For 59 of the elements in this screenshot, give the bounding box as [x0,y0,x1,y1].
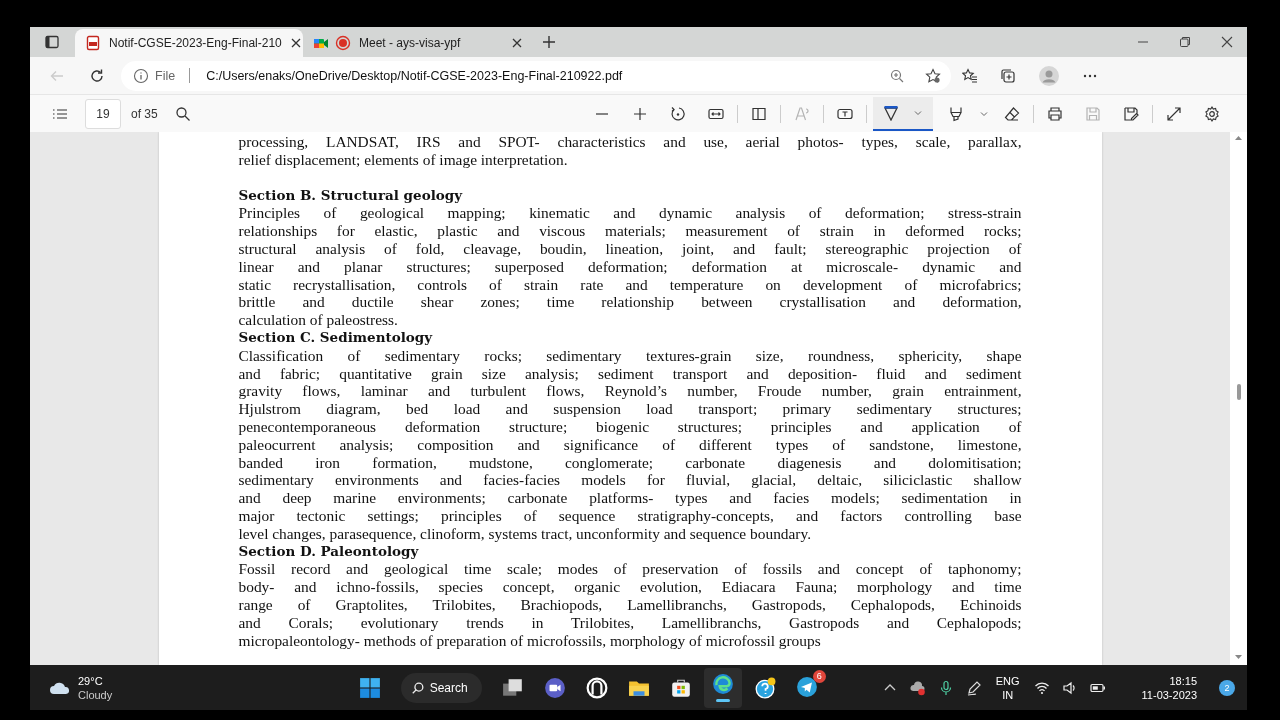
weather-condition: Cloudy [78,687,113,702]
section-heading: Section C. Sedimentology [238,328,434,347]
pen-icon[interactable] [965,679,982,696]
expand-icon[interactable] [1166,105,1182,122]
rotate-icon[interactable] [670,105,686,122]
tab-actions-icon[interactable] [44,34,60,50]
notification-badge: 6 [812,669,826,683]
clock[interactable]: 18:15 11-03-2023 [1141,673,1197,702]
section-paragraph: Classification of sedimentary rocks; sedimentary textures-grain size, roundness, sphericity, shape and fabric; quantitative grain size analysis; sediment transport and deposition- fluid and sediment gravity flows, laminar and turbulent flows, Reynold’s number, Froude number, grain entrainment, Hjulstrom diagram, bed load and suspension load transport; primary sedimentary structures; penecontemporaneous deformation structure; biogenic structures; principles and application of paleocurrent analysis; composition and significance of different types of sandstone, limestone, banded iron formation, mudstone, conglomerate; carbonate diagenesis and dolomitisation; sedimentary environments and facies-facies models for fluvial, glacial, deltaic, siliciclastic shallow and deep marine environments; carbonate platforms- types and facies models; sedimentation in major tectonic settings; principles of sequence stratigraphy-concepts, and factors controlling base level changes, parasequence, clinoform, systems tract, unconformity and sequence boundary. [238,346,1022,543]
paper-plane-icon[interactable] [795,675,818,698]
search-icon[interactable] [174,105,191,122]
print-icon[interactable] [1047,105,1063,122]
circle-app-icon[interactable] [585,676,608,699]
task-view-icon[interactable] [501,676,524,699]
section-paragraph: processing, LANDSAT, IRS and SPOT- characteristics and use, aerial photos- types, scale, parallax, relief displacement; elements of image interpretation. [238,133,1022,169]
close-icon[interactable] [511,37,523,49]
zoom-in-icon[interactable] [889,67,905,84]
browser-tab[interactable]: Meet - ays-visa-ypf [303,29,531,57]
browser-tab[interactable]: Notif-CGSE-2023-Eng-Final-210 [75,29,303,57]
language-indicator[interactable]: ENG IN [995,673,1020,702]
close-icon[interactable] [1221,36,1233,48]
favorites-icon[interactable] [962,67,978,84]
save-as-icon[interactable] [1123,105,1139,122]
taskbar-search[interactable]: Search [400,672,482,703]
browser-taskbar-button[interactable] [703,667,742,708]
section-paragraph: Principles of geological mapping; kinematic and dynamic analysis of deformation; stress-strain relationships for elastic, plastic and viscous materials; measurement of strain in deformed rocks; structural analysis of fold, cleavage, boudin, lineation, joint, and fault; stereographic projection of linear and planar structures; superposed deformation; deformation at microscale- dynamic and static recrystallisation, controls of strain rate and temperature on development of microfabrics; brittle and ductile shear zones; time relationship between crystallisation and deformation, calculation of paleostress. [238,204,1022,329]
info-icon[interactable] [133,67,149,84]
highlighter-icon[interactable] [948,105,964,122]
zoom-in-icon[interactable] [632,105,648,122]
new-tab-icon[interactable] [541,34,557,50]
file-label: File [155,68,176,83]
help-icon[interactable] [753,676,776,699]
video-chat-icon[interactable] [543,676,566,699]
windows-start-icon[interactable] [358,676,381,699]
speaker-icon[interactable] [1061,679,1078,696]
section-heading: Section D. Paleontology [238,542,420,561]
temperature-text: 29°C [78,673,104,688]
cloud-error-icon[interactable] [909,679,926,696]
pen-tip-icon [883,104,899,121]
scrollbar[interactable] [1230,132,1247,665]
browser-icon [711,673,734,695]
refresh-icon[interactable] [89,67,105,84]
section-paragraph: Fossil record and geological time scale; modes of preservation of fossils and concept of taphonomy; body- and ichno-fossils, species concept, organic evolution, Ediacara Fauna; morphology and time range of Graptolites, Trilobites, Brachiopods, Lamellibranchs, Gastropods, Cephalopods, Echinoids and Corals; evolutionary trends in Trilobites, Lamellibranchs, Gastropods and Cephalopods; micropaleontology- methods of preparation of microfossils, morphology of microfossil groups [238,560,1022,650]
eraser-icon[interactable] [1004,105,1020,122]
profile-avatar-icon[interactable] [1039,65,1059,86]
pdf-file-icon [85,35,101,51]
page-view-icon[interactable] [751,105,767,122]
draw-tool-button[interactable] [873,96,933,131]
close-icon[interactable] [289,37,302,49]
add-favorite-icon[interactable] [925,67,941,84]
collections-icon[interactable] [1000,67,1016,84]
page-count: of 35 [131,106,158,121]
search-icon [410,680,425,695]
page-number-field[interactable]: 19 [85,98,121,129]
url-text[interactable]: C:/Users/enaks/OneDrive/Desktop/Notif-CGSE-2023-Eng-Final-210922.pdf [206,68,623,83]
restore-icon[interactable] [1179,36,1191,48]
settings-icon[interactable] [1204,105,1220,122]
section-heading: Section B. Structural geology [238,186,464,205]
recording-icon [335,35,351,51]
